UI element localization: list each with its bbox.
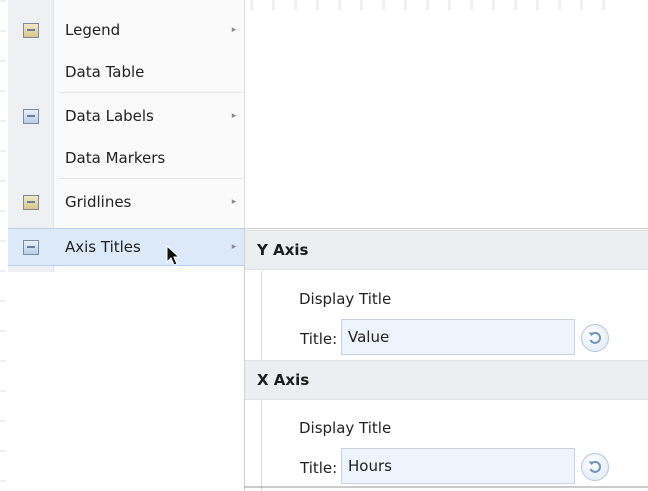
panel-bottom-border: [244, 486, 648, 488]
menu-separator: [60, 178, 242, 179]
data-labels-icon: [22, 108, 39, 124]
y-axis-title-input[interactable]: [341, 319, 575, 355]
submenu-arrow-icon: ▸: [231, 25, 237, 35]
empty-icon-cell: [8, 140, 53, 176]
y-axis-display-title-option[interactable]: Display Title: [299, 290, 391, 308]
menu-item-label: Gridlines: [65, 193, 132, 211]
menu-separator: [60, 92, 242, 93]
x-axis-indent-line: [261, 401, 262, 491]
gridlines-icon-cell: [8, 184, 53, 220]
menu-item-data-table[interactable]: Data Table: [8, 54, 244, 90]
menu-item-data-markers[interactable]: Data Markers: [8, 140, 244, 176]
undo-icon: [588, 331, 602, 344]
menu-item-label: Legend: [65, 21, 121, 39]
x-axis-title-label: Title:: [300, 459, 338, 477]
menu-item-gridlines[interactable]: Gridlines ▸: [8, 184, 244, 220]
y-axis-reset-button[interactable]: [581, 324, 609, 352]
menu-item-label: Axis Titles: [65, 238, 141, 256]
x-axis-display-title-option[interactable]: Display Title: [299, 419, 391, 437]
left-edge-remnant: [0, 0, 6, 491]
menu-item-label: Data Labels: [65, 107, 154, 125]
empty-icon-cell: [8, 54, 53, 90]
menu-item-legend[interactable]: Legend ▸: [8, 12, 244, 48]
x-axis-reset-button[interactable]: [581, 453, 609, 481]
y-axis-indent-line: [261, 271, 262, 359]
legend-icon: [22, 22, 39, 38]
axis-titles-icon-cell: [8, 229, 53, 265]
axis-titles-panel: Y Axis Display Title Title: X Axis Displ…: [244, 228, 648, 491]
gridlines-icon: [22, 194, 39, 210]
x-axis-header: X Axis: [245, 360, 648, 400]
y-axis-title-label: Title:: [300, 330, 338, 348]
submenu-arrow-icon: ▸: [231, 242, 237, 252]
y-axis-header: Y Axis: [245, 230, 648, 270]
menu-item-axis-titles[interactable]: Axis Titles ▸: [8, 228, 244, 266]
submenu-arrow-icon: ▸: [231, 197, 237, 207]
undo-icon: [588, 460, 602, 473]
legend-icon-cell: [8, 12, 53, 48]
chart-remnant: [250, 0, 620, 10]
axis-titles-icon: [22, 239, 39, 255]
chart-options-screen: Legend ▸ Data Table Data Labels ▸ Data M…: [0, 0, 648, 491]
submenu-arrow-icon: ▸: [231, 111, 237, 121]
data-labels-icon-cell: [8, 98, 53, 134]
menu-item-data-labels[interactable]: Data Labels ▸: [8, 98, 244, 134]
chart-options-menu: Legend ▸ Data Table Data Labels ▸ Data M…: [8, 0, 245, 272]
menu-item-label: Data Table: [65, 63, 145, 81]
menu-item-label: Data Markers: [65, 149, 166, 167]
x-axis-title-input[interactable]: [341, 448, 575, 484]
